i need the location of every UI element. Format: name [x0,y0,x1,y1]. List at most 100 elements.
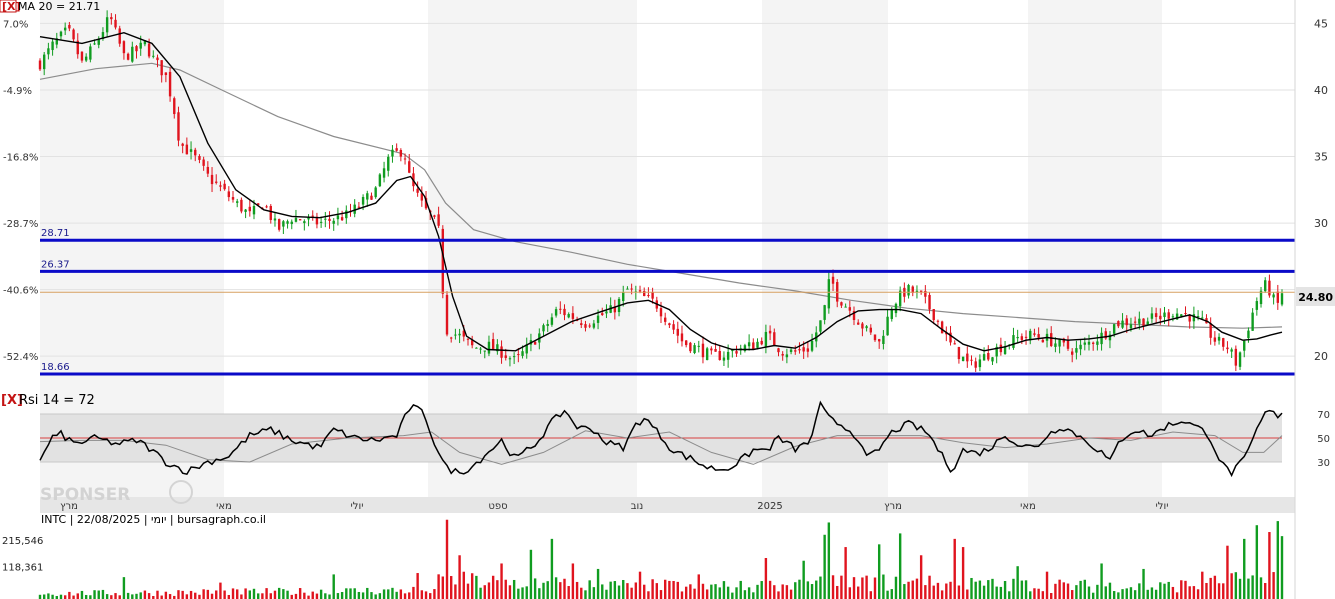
candle-body [978,359,982,368]
candle-body [1112,324,1116,334]
candle-body [722,357,726,361]
candle-body [957,347,961,360]
candle-body [454,334,457,336]
volume-bar [101,589,105,599]
candle-body [928,294,931,310]
ma-indicator-label: MA 20 = 21.71 [18,0,100,13]
volume-bar [370,592,373,599]
candle-body [114,19,117,28]
candle-body [47,48,50,55]
volume-bar [315,593,319,599]
volume-bar [374,594,377,599]
candle-body [1121,320,1124,328]
volume-bar [433,589,436,599]
volume-bar [622,579,625,599]
volume-bar [240,594,243,599]
candle-body [194,149,197,156]
volume-bar [1066,583,1070,599]
candle-body [357,206,361,208]
candle-body [458,333,461,336]
candle-body [1230,349,1233,352]
candle-body [319,221,323,223]
volume-bar [966,589,969,599]
volume-bar [735,587,738,599]
rsi-tick: 50 [1317,434,1330,445]
candle-body [1201,317,1204,319]
volume-bar [668,580,671,599]
volume-bar [135,593,138,599]
candle-body [1247,330,1250,339]
candle-body [823,305,826,320]
volume-bar [340,592,344,599]
volume-bar [265,588,268,599]
candle-body [282,221,285,227]
candle-body [647,295,650,297]
candle-body [517,354,520,356]
candle-body [831,276,835,284]
volume-bar [458,555,461,599]
volume-bar [584,590,587,599]
volume-bar [852,577,856,599]
volume-bar [575,581,579,599]
volume-bar [1154,589,1158,599]
volume-bar [1188,586,1191,599]
candle-body [890,309,893,319]
volume-bar [97,590,100,599]
candle-body [882,335,885,344]
candle-body [676,328,679,336]
volume-bar [559,582,562,599]
candle-body [244,209,247,212]
candle-body [1154,313,1158,318]
volume-bar [1213,575,1217,599]
candle-body [168,71,172,97]
candle-body [152,55,155,57]
volume-bar [1247,578,1250,599]
volume-bar [672,580,675,599]
candle-body [550,317,554,325]
candle-body [940,321,944,334]
volume-bar [1096,584,1099,599]
rsi-indicator-label: Rsi 14 = 72 [19,393,95,408]
volume-bar [475,575,478,599]
volume-bar [945,583,948,599]
volume-bar [105,594,109,599]
volume-bar [701,583,705,599]
candle-body [747,342,751,347]
volume-bar [739,580,742,599]
volume-bar [441,576,445,599]
volume-bar [59,594,63,599]
candle-body [861,323,864,329]
volume-bar [248,590,251,599]
candle-body [622,292,625,302]
candle-body [135,46,138,52]
volume-bar [1192,586,1196,599]
level-label: 28.71 [41,228,70,239]
volume-bar [1041,591,1045,599]
candle-body [1238,352,1242,367]
candle-body [366,193,369,200]
volume-bar [131,594,134,599]
volume-bar [840,575,843,599]
candle-body [1184,313,1187,315]
volume-bar [1268,532,1271,599]
candle-body [336,215,340,220]
candle-body [210,174,214,185]
candle-body [974,361,977,368]
volume-bar [366,587,369,599]
candle-body [898,290,902,307]
candle-body [651,292,654,299]
volume-bar [223,590,226,599]
candle-body [89,46,92,60]
volume-bar [588,580,591,599]
candle-body [588,325,591,327]
candle-body [105,17,109,33]
candle-body [387,156,390,171]
candle-body [265,206,268,208]
volume-bar [898,533,902,599]
volume-bar [936,582,940,599]
candle-body [131,46,134,62]
candle-body [118,28,121,44]
volume-bar [1008,591,1011,599]
candle-body [416,188,419,193]
volume-bar [1125,588,1128,599]
